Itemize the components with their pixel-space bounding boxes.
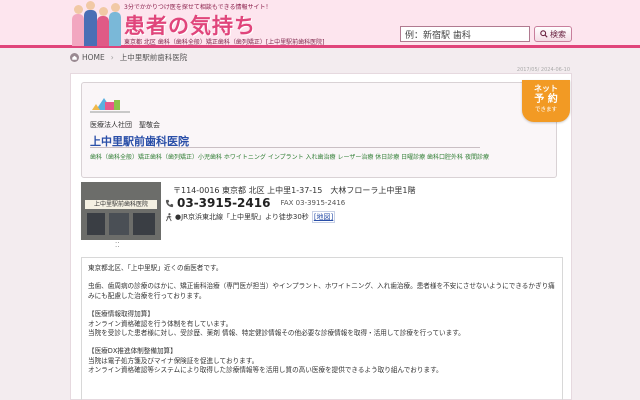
breadcrumb-separator: ›: [110, 53, 114, 62]
clinic-address: 〒114-0016 東京都 北区 上中里1-37-15 大林フローラ上中里1階: [173, 186, 416, 195]
desc-body: 虫歯、歯周病の診療のほかに、矯正歯科治療（専門医が担当）やインプラント、ホワイト…: [88, 282, 555, 300]
desc-section2-title: 【医療DX推進体制整備加算】: [88, 347, 177, 356]
clinic-detail-panel: 医療法人社団 聖敬会 上中里駅前歯科医院 歯科（歯科全般）矯正歯科（歯列矯正）小…: [70, 73, 572, 400]
search-input[interactable]: [400, 26, 530, 42]
desc-section2-line2: オンライン資格確認等システムにより取得した診療情報等を活用し質の高い医療を提供で…: [88, 366, 443, 375]
desc-intro: 東京都北区、「上中里駅」近くの歯医者です。: [88, 264, 223, 272]
net-badge-line2: 予 約: [534, 94, 558, 105]
clinic-phone[interactable]: 03-3915-2416: [177, 196, 270, 210]
clinic-description: 東京都北区、「上中里駅」近くの歯医者です。 虫歯、歯周病の診療のほかに、矯正歯科…: [81, 257, 563, 400]
phone-icon: [165, 199, 174, 207]
map-link[interactable]: [地図]: [311, 211, 336, 223]
net-reservation-badge[interactable]: ネット 予 約 できます: [522, 80, 570, 122]
clinic-divider: [90, 147, 480, 148]
desc-section1-line2: 当院を受診した患者様に対し、受診歴、薬剤 情報、特定健診情報その他必要な診療情報…: [88, 329, 465, 338]
search-button-label: 検索: [550, 29, 566, 39]
mascot-people-illustration: [72, 1, 122, 46]
photo-gallery-indicator[interactable]: ⁚⁚: [115, 241, 119, 249]
net-badge-line1: ネット: [534, 84, 558, 93]
header-subnav[interactable]: 東京都 北区 歯科（歯科全般）矯正歯科（歯列矯正）[上中里駅前歯科医院]: [124, 37, 325, 46]
phone-row: 03-3915-2416 FAX 03-3915-2416: [165, 196, 345, 210]
breadcrumb: HOME › 上中里駅前歯科医院: [70, 50, 572, 65]
desc-section1-title: 【医療情報取得加算】: [88, 310, 154, 319]
clinic-access-text: ●JR京浜東北線「上中里駅」より徒歩30秒: [175, 213, 309, 221]
search-icon: [540, 30, 548, 38]
desc-section2-line1: 当院は電子処方箋及びマイナ保険証を促進しております。: [88, 356, 259, 365]
clinic-photo[interactable]: 上中里駅前歯科医院: [81, 182, 161, 240]
site-header: 3分でかかりつけ医を探せて相談もできる情報サイト！ 患者の気持ち 東京都 北区 …: [0, 0, 640, 48]
clinic-fax: FAX 03-3915-2416: [280, 199, 346, 207]
walk-icon: [165, 212, 172, 221]
clinic-categories[interactable]: 歯科（歯科全般）矯正歯科（歯列矯正）小児歯科 ホワイトニング インプラント 入れ…: [90, 153, 520, 163]
clinic-logo: [90, 98, 130, 113]
home-icon: [70, 53, 79, 62]
search-button[interactable]: 検索: [534, 26, 572, 42]
site-logo-title[interactable]: 患者の気持ち: [124, 10, 256, 40]
desc-section1-line1: オンライン資格確認を行う体制を有しています。: [88, 319, 233, 328]
net-badge-line3: できます: [534, 107, 557, 113]
clinic-corporation: 医療法人社団 聖敬会: [90, 121, 160, 129]
breadcrumb-home-link[interactable]: HOME: [82, 53, 105, 62]
breadcrumb-current: 上中里駅前歯科医院: [119, 53, 188, 62]
clinic-access: ●JR京浜東北線「上中里駅」より徒歩30秒 [地図]: [165, 211, 336, 223]
clinic-photo-sign: 上中里駅前歯科医院: [85, 200, 157, 209]
clinic-summary-card: 医療法人社団 聖敬会 上中里駅前歯科医院 歯科（歯科全般）矯正歯科（歯列矯正）小…: [81, 80, 570, 178]
